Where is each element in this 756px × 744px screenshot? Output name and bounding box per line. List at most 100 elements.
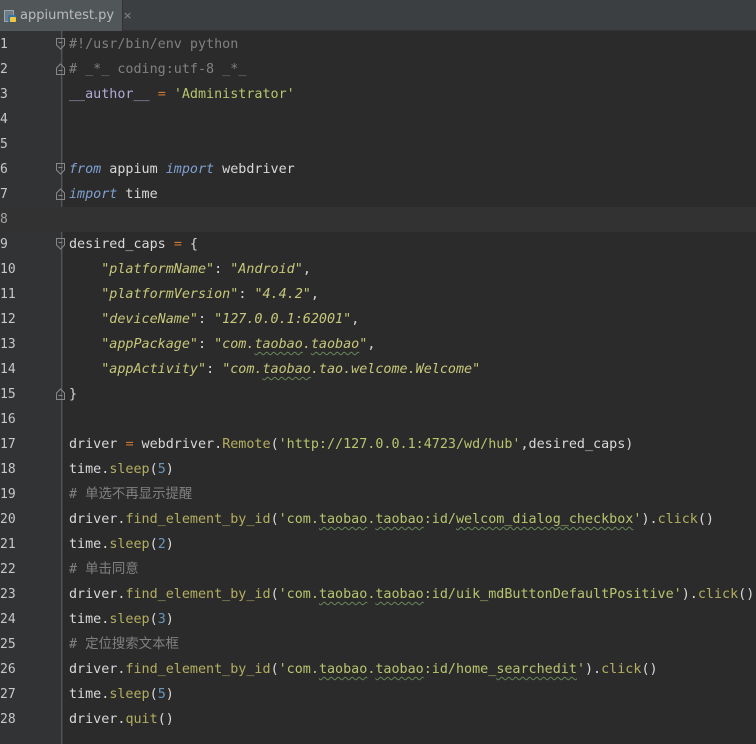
code-token: ). — [681, 587, 698, 602]
code-line[interactable]: 21 time.sleep(2) — [0, 532, 756, 557]
code-line[interactable]: 16 — [0, 407, 756, 432]
code-line[interactable]: 14 "appActivity": "com.taobao.tao.welcom… — [0, 357, 756, 382]
fold-open-icon[interactable] — [56, 238, 65, 250]
line-number: 22 — [0, 562, 16, 577]
code-line[interactable]: 1 #!/usr/bin/env python — [0, 32, 756, 57]
code-text: "deviceName": "127.0.0.1:62001", — [69, 307, 359, 332]
code-token: 'com. — [278, 662, 319, 677]
code-editor[interactable]: 1 #!/usr/bin/env python 2 # _*_ coding:utf-… — [0, 31, 756, 744]
code-token: ( — [149, 462, 158, 477]
code-token: webdriver — [214, 162, 295, 177]
code-token: , — [351, 312, 360, 327]
line-number: 20 — [0, 512, 16, 527]
code-text: time.sleep(3) — [69, 607, 174, 632]
line-number: 27 — [0, 687, 16, 702]
code-token: 5 — [157, 687, 166, 702]
code-token: ) — [165, 462, 174, 477]
line-number: 14 — [0, 362, 16, 377]
code-token: ( — [149, 687, 158, 702]
code-line[interactable]: 6 from appium import webdriver — [0, 157, 756, 182]
code-token: taobao — [318, 662, 368, 677]
code-line[interactable]: 26 driver.find_element_by_id('com.taobao.… — [0, 657, 756, 682]
fold-open-icon[interactable] — [56, 38, 65, 50]
code-token: "com. — [222, 362, 263, 377]
close-icon[interactable]: × — [123, 9, 132, 22]
code-line[interactable]: 27 time.sleep(5) — [0, 682, 756, 707]
line-number: 4 — [0, 112, 8, 127]
code-token: sleep — [109, 462, 150, 477]
code-line[interactable]: 17 driver = webdriver.Remote('http://127.… — [0, 432, 756, 457]
line-number: 26 — [0, 662, 16, 677]
code-token: sleep — [109, 537, 150, 552]
code-token: driver. — [69, 712, 126, 727]
fold-close-icon[interactable] — [56, 388, 65, 400]
code-line[interactable]: 8 — [0, 207, 756, 232]
code-line[interactable]: 10 "platformName": "Android", — [0, 257, 756, 282]
line-number: 11 — [0, 287, 16, 302]
tab-filename: appiumtest.py — [20, 8, 115, 23]
tab-appiumtest-py[interactable]: appiumtest.py × — [0, 0, 132, 31]
code-token: : — [206, 362, 223, 377]
code-line[interactable]: 5 — [0, 132, 756, 157]
code-token: desired_caps — [69, 237, 174, 252]
line-number: 5 — [0, 137, 8, 152]
code-token: ( — [270, 587, 279, 602]
code-line[interactable]: 19 # 单选不再显示提醒 — [0, 482, 756, 507]
code-token: click — [657, 512, 698, 527]
code-line[interactable]: 13 "appPackage": "com.taobao.taobao", — [0, 332, 756, 357]
code-token: ( — [270, 437, 279, 452]
fold-close-icon[interactable] — [56, 63, 65, 75]
line-number: 23 — [0, 587, 16, 602]
fold-close-icon[interactable] — [56, 188, 65, 200]
code-token: ,desired_caps) — [520, 437, 634, 452]
code-line[interactable]: 22 # 单击同意 — [0, 557, 756, 582]
code-token: () — [738, 587, 755, 602]
code-token: "deviceName" — [101, 312, 198, 327]
code-token: from — [69, 162, 102, 177]
code-line[interactable]: 9 desired_caps = { — [0, 232, 756, 257]
code-line[interactable]: 4 — [0, 107, 756, 132]
code-line[interactable]: 23 driver.find_element_by_id('com.taobao.… — [0, 582, 756, 607]
code-token: () — [157, 712, 174, 727]
fold-open-icon[interactable] — [56, 163, 65, 175]
line-number: 17 — [0, 437, 16, 452]
code-line[interactable]: 28 driver.quit() — [0, 707, 756, 732]
code-text: time.sleep(2) — [69, 532, 174, 557]
code-line[interactable]: 24 time.sleep(3) — [0, 607, 756, 632]
code-token: taobao — [375, 662, 424, 677]
line-number: 6 — [0, 162, 8, 177]
code-token: "4.4.2" — [254, 287, 311, 302]
code-token: # 定位搜索文本框 — [69, 637, 179, 652]
code-token: 5 — [157, 462, 166, 477]
line-number: 24 — [0, 612, 16, 627]
code-line[interactable]: 3 __author__ = 'Administrator' — [0, 82, 756, 107]
line-number: 2 — [0, 62, 8, 77]
code-text: from appium import webdriver — [69, 157, 295, 182]
code-token: taobao — [262, 362, 311, 377]
code-text: # _*_ coding:utf-8 _*_ — [69, 57, 246, 82]
editor-tab-bar: appiumtest.py × — [0, 0, 756, 31]
code-token: 3 — [157, 612, 166, 627]
code-text: "platformVersion": "4.4.2", — [69, 282, 319, 307]
code-line[interactable]: 11 "platformVersion": "4.4.2", — [0, 282, 756, 307]
code-text: } — [69, 382, 77, 407]
code-line[interactable]: 25 # 定位搜索文本框 — [0, 632, 756, 657]
code-token: = — [157, 87, 166, 102]
code-text: time.sleep(5) — [69, 682, 174, 707]
code-line[interactable]: 18 time.sleep(5) — [0, 457, 756, 482]
code-line[interactable]: 15} — [0, 382, 756, 407]
code-token: ). — [585, 662, 602, 677]
code-line[interactable]: 2 # _*_ coding:utf-8 _*_ — [0, 57, 756, 82]
code-token: : — [198, 312, 215, 327]
code-line[interactable]: 20 driver.find_element_by_id('com.taobao.… — [0, 507, 756, 532]
code-token: ). — [641, 512, 658, 527]
code-text: "appPackage": "com.taobao.taobao", — [69, 332, 375, 357]
code-line[interactable]: 12 "deviceName": "127.0.0.1:62001", — [0, 307, 756, 332]
code-token: driver. — [69, 587, 126, 602]
code-token: time. — [69, 462, 110, 477]
code-line[interactable]: 7 import time — [0, 182, 756, 207]
code-token: : — [198, 337, 215, 352]
code-token: taobao — [375, 587, 424, 602]
code-token: "Android" — [230, 262, 303, 277]
code-token: = — [173, 237, 182, 252]
